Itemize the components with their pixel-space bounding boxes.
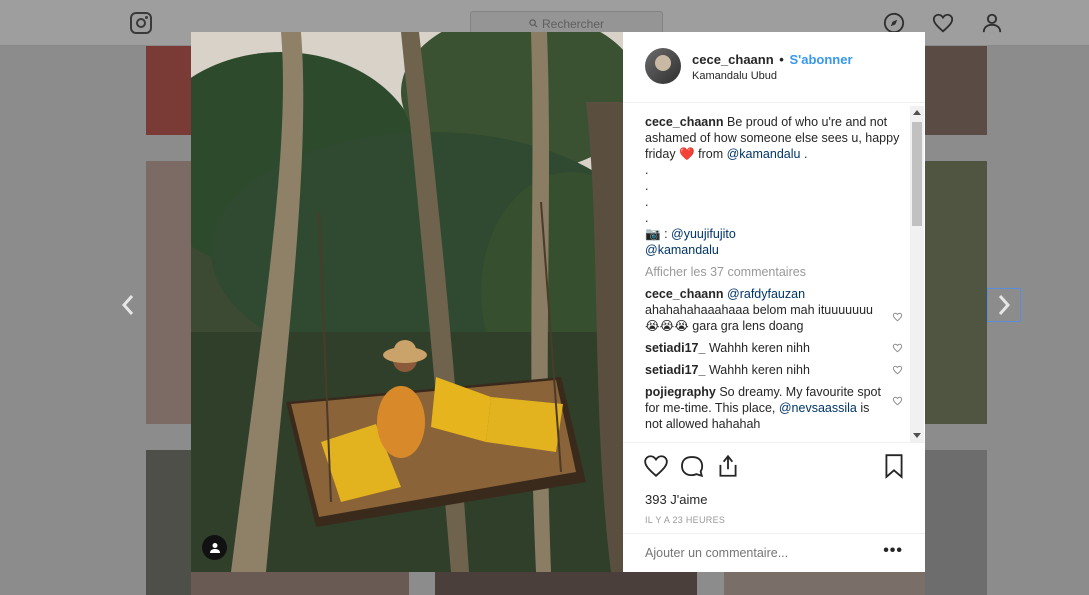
comments-list[interactable]: cece_chaann Be proud of who u're and not… xyxy=(645,114,907,442)
comment-username[interactable]: cece_chaann xyxy=(645,287,724,301)
comment-text: Wahhh keren nihh xyxy=(708,363,810,377)
like-comment-icon[interactable] xyxy=(892,396,903,406)
share-icon[interactable] xyxy=(715,453,741,479)
post-actions: 393 J'aime IL Y A 23 HEURES ••• xyxy=(623,442,925,572)
chevron-left-icon xyxy=(121,295,134,315)
mention-link[interactable]: @kamandalu xyxy=(727,147,801,161)
mention-link[interactable]: @yuujifujito xyxy=(671,227,736,241)
tagged-user-button[interactable] xyxy=(202,535,227,560)
search-placeholder: Rechercher xyxy=(541,16,605,31)
caption-dot: . xyxy=(645,163,649,177)
comment-item: pojiegraphy So dreamy. My favourite spot… xyxy=(645,384,907,432)
comment-text: ahahahahaaahaaa belom mah ituuuuuuu 😭😭😭 … xyxy=(645,303,873,333)
caption-dot: . xyxy=(645,179,649,193)
caption-trailing: . xyxy=(803,147,808,161)
comment-item: setiadi17_ Wahhh keren nihh xyxy=(645,340,907,356)
comment-username[interactable]: setiadi17_ xyxy=(645,363,705,377)
grid-thumbnail[interactable] xyxy=(146,46,191,135)
like-heart-icon[interactable] xyxy=(643,453,669,479)
grid-thumbnail[interactable] xyxy=(925,46,987,135)
mention-link[interactable]: @rafdyfauzan xyxy=(727,287,805,301)
bookmark-icon[interactable] xyxy=(881,453,907,479)
like-comment-icon[interactable] xyxy=(892,343,903,353)
comment-bubble-icon[interactable] xyxy=(679,453,705,479)
compass-icon[interactable] xyxy=(883,12,905,34)
post-author: cece_chaann • S'abonner xyxy=(692,52,853,67)
chevron-right-icon xyxy=(998,295,1011,315)
mention-link[interactable]: @kamandalu xyxy=(645,243,719,257)
heart-icon[interactable] xyxy=(932,12,954,34)
likes-count[interactable]: 393 J'aime xyxy=(645,492,707,507)
comment-text: Wahhh keren nihh xyxy=(708,341,810,355)
profile-icon[interactable] xyxy=(981,12,1003,34)
post-modal: cece_chaann • S'abonner Kamandalu Ubud c… xyxy=(191,32,925,572)
scroll-up-icon[interactable] xyxy=(913,110,921,115)
comments-scrollbar[interactable] xyxy=(910,106,924,442)
caption-dot: . xyxy=(645,195,649,209)
search-icon xyxy=(529,19,538,28)
camera-separator: : xyxy=(664,227,668,241)
caption-dot: . xyxy=(645,211,649,225)
grid-thumbnail[interactable] xyxy=(191,572,409,595)
comment-item: cece_chaann @rafdyfauzan ahahahahaaahaaa… xyxy=(645,286,907,334)
instagram-icon[interactable] xyxy=(130,12,152,34)
add-comment-row: ••• xyxy=(623,533,925,573)
like-comment-icon[interactable] xyxy=(892,312,903,322)
user-tag-icon xyxy=(209,542,220,553)
post-photo[interactable] xyxy=(191,32,623,572)
scrollbar-thumb[interactable] xyxy=(912,122,922,226)
previous-post-button[interactable] xyxy=(111,288,145,322)
scroll-down-icon[interactable] xyxy=(913,433,921,438)
grid-thumbnail[interactable] xyxy=(435,572,697,595)
post-timestamp[interactable]: IL Y A 23 HEURES xyxy=(645,515,725,525)
comment-username[interactable]: setiadi17_ xyxy=(645,341,705,355)
caption-username[interactable]: cece_chaann xyxy=(645,115,724,129)
like-comment-icon[interactable] xyxy=(892,365,903,375)
camera-emoji: 📷 xyxy=(645,227,661,241)
grid-thumbnail[interactable] xyxy=(146,450,191,595)
more-options-icon[interactable]: ••• xyxy=(883,542,903,560)
grid-thumbnail[interactable] xyxy=(146,161,191,424)
add-comment-input[interactable] xyxy=(645,546,865,560)
post-location[interactable]: Kamandalu Ubud xyxy=(692,70,777,82)
grid-thumbnail[interactable] xyxy=(724,572,925,595)
follow-button[interactable]: S'abonner xyxy=(789,52,852,67)
comment-username[interactable]: pojiegraphy xyxy=(645,385,716,399)
post-header: cece_chaann • S'abonner Kamandalu Ubud xyxy=(623,32,925,103)
post-photo-illustration xyxy=(191,32,623,572)
next-post-button[interactable] xyxy=(987,288,1021,322)
mention-link[interactable]: @nevsaassila xyxy=(779,401,857,415)
grid-thumbnail[interactable] xyxy=(925,161,987,424)
post-caption: cece_chaann Be proud of who u're and not… xyxy=(645,114,907,258)
grid-thumbnail[interactable] xyxy=(925,450,987,595)
avatar[interactable] xyxy=(645,48,681,84)
comment-item: setiadi17_ Wahhh keren nihh xyxy=(645,362,907,378)
view-all-comments-link[interactable]: Afficher les 37 commentaires xyxy=(645,264,907,280)
separator-dot: • xyxy=(779,52,784,67)
author-username[interactable]: cece_chaann xyxy=(692,52,774,67)
caption-from: from xyxy=(698,147,724,161)
heart-emoji: ❤️ xyxy=(679,147,695,161)
post-sidebar: cece_chaann • S'abonner Kamandalu Ubud c… xyxy=(623,32,925,572)
